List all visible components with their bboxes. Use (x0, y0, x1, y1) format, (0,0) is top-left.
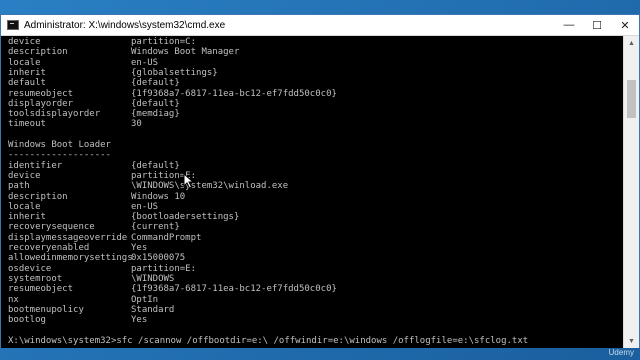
console-key: displayorder (8, 98, 74, 109)
console-key: bootmenupolicy (8, 304, 84, 315)
console-value: en-US (131, 57, 159, 68)
console-key: recoverysequence (8, 222, 95, 233)
maximize-button[interactable]: ☐ (583, 15, 611, 35)
console-value: 30 (131, 119, 142, 130)
console-value: CommandPrompt (131, 232, 202, 243)
console-key: description (8, 191, 68, 202)
console-value: {memdiag} (131, 109, 180, 120)
console-key: nx (8, 294, 19, 305)
console-key: locale (8, 57, 41, 68)
console-key: ------------------- (8, 150, 111, 161)
console-value: {default} (131, 98, 180, 109)
console-key: osdevice (8, 263, 52, 274)
vertical-scrollbar[interactable]: ▲ ▼ (623, 36, 639, 348)
console-key: bootlog (8, 315, 46, 326)
console-key: X:\windows\system32>sfc /scannow /offboo… (8, 335, 529, 346)
console-key: toolsdisplayorder (8, 109, 101, 120)
console-output[interactable]: device partition=C: description Windows Boo… (1, 36, 623, 348)
console-value: {current} (131, 222, 180, 233)
console-key: device (8, 170, 41, 181)
console-value: {default} (131, 78, 180, 89)
console-key: description (8, 47, 68, 58)
console-key: default (8, 78, 46, 89)
console-value: {globalsettings} (131, 67, 218, 78)
console-key: systemroot (8, 273, 63, 284)
console-value: \WINDOWS\system32\winload.exe (131, 181, 289, 192)
console-key: displaymessageoverride (8, 232, 128, 243)
console-value: partition=E: (131, 263, 197, 274)
minimize-button[interactable]: — (555, 15, 583, 35)
console-value: {bootloadersettings} (131, 212, 240, 223)
console-key: device (8, 37, 41, 47)
console-key: timeout (8, 119, 46, 130)
console-key: resumeobject (8, 284, 74, 295)
console-value: {1f9368a7-6817-11ea-bc12-ef7fdd50c0c0} (131, 88, 337, 99)
console-key: path (8, 181, 30, 192)
console-key: inherit (8, 67, 46, 78)
window-title: Administrator: X:\windows\system32\cmd.e… (24, 19, 226, 31)
console-key: locale (8, 201, 41, 212)
console-value: \WINDOWS (131, 273, 175, 284)
cmd-icon (7, 20, 19, 30)
scroll-up-button[interactable]: ▲ (624, 36, 639, 50)
console-key: recoveryenabled (8, 243, 90, 253)
console-value: partition=C: (131, 37, 197, 47)
console-value: 0x15000075 (131, 253, 186, 264)
console-value: {1f9368a7-6817-11ea-bc12-ef7fdd50c0c0} (131, 284, 337, 295)
console-value: Yes (131, 315, 148, 326)
console-value: Windows 10 (131, 191, 186, 202)
console-value: Windows Boot Manager (131, 47, 240, 58)
console-value: {default} (131, 160, 180, 171)
console-key: resumeobject (8, 88, 74, 99)
console-value: Standard (131, 304, 175, 315)
scroll-thumb[interactable] (627, 80, 636, 118)
console-key: identifier (8, 160, 63, 171)
console-key: allowedinmemorysettings (8, 253, 133, 264)
scroll-down-button[interactable]: ▼ (624, 334, 639, 348)
console-key: Windows Boot Loader (8, 140, 111, 150)
console-value: en-US (131, 201, 159, 212)
cmd-window: Administrator: X:\windows\system32\cmd.e… (0, 14, 640, 348)
console-value: OptIn (131, 294, 159, 305)
close-button[interactable]: ✕ (611, 15, 639, 35)
mouse-pointer-icon (183, 173, 195, 189)
console-key: inherit (8, 212, 46, 223)
console-value: Yes (131, 243, 148, 253)
title-bar[interactable]: Administrator: X:\windows\system32\cmd.e… (1, 15, 639, 36)
watermark-logo: Udemy (608, 348, 634, 357)
